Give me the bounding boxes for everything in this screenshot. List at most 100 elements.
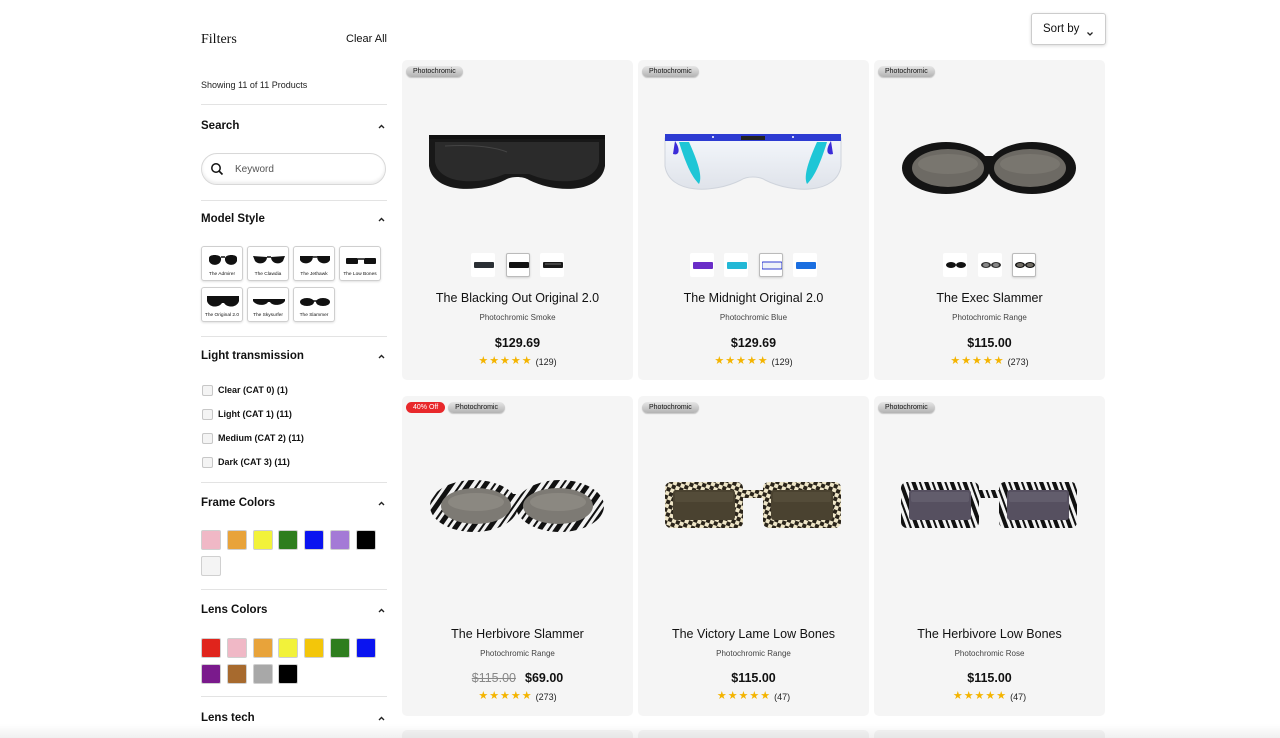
chevron-down-icon — [1086, 25, 1094, 36]
variant-swatch[interactable] — [539, 253, 564, 277]
divider — [201, 482, 387, 483]
light-transmission-section-title: Light transmission — [201, 350, 304, 362]
variant-swatch[interactable] — [471, 253, 496, 277]
sunglasses-icon — [209, 255, 237, 265]
lens-color-swatch[interactable] — [355, 638, 376, 658]
model-tile-original[interactable]: The Original 2.0 — [201, 287, 243, 322]
product-name[interactable]: The Exec Slammer — [874, 291, 1105, 305]
product-card[interactable]: Photochromic The Midnight Original 2.0 P… — [638, 60, 869, 380]
color-variants — [638, 253, 869, 277]
product-name[interactable]: The Herbivore Low Bones — [874, 627, 1105, 641]
price: $115.00 — [967, 336, 1012, 350]
rating-count: (129) — [771, 357, 793, 367]
product-card[interactable]: Photochromic The Victory Lame Low Bones … — [638, 396, 869, 716]
frame-color-swatch[interactable] — [201, 530, 221, 550]
price: $115.00 — [731, 671, 776, 685]
frame-color-swatch[interactable] — [201, 556, 221, 576]
checkbox-label: Dark (CAT 3) (11) — [218, 457, 290, 467]
frame-color-swatch[interactable] — [330, 530, 350, 550]
chevron-up-icon[interactable] — [378, 123, 385, 130]
lens-color-swatch[interactable] — [278, 664, 299, 684]
product-price: $129.69 — [402, 336, 633, 350]
product-image — [430, 480, 604, 532]
divider — [201, 104, 387, 105]
frame-color-swatch[interactable] — [304, 530, 325, 550]
model-tile-slammer[interactable]: The Slammer — [293, 287, 335, 322]
checkbox[interactable] — [202, 433, 213, 444]
product-lens: Photochromic Smoke — [479, 313, 556, 322]
product-card[interactable]: Photochromic The Exec Slammer Photochrom… — [874, 60, 1105, 380]
model-tile-admirer[interactable]: The Admirer — [201, 246, 243, 281]
model-name: The Low Bones — [343, 272, 377, 277]
variant-swatch[interactable] — [943, 253, 968, 277]
chevron-up-icon[interactable] — [378, 607, 385, 614]
chevron-up-icon[interactable] — [378, 216, 385, 223]
photochromic-badge: Photochromic — [406, 66, 463, 77]
model-tile-clawdia[interactable]: The Clawdia — [247, 246, 289, 281]
product-rating: ★★★★★ (129) — [638, 356, 869, 368]
variant-swatch[interactable] — [793, 253, 818, 277]
chevron-up-icon[interactable] — [378, 353, 385, 360]
lens-color-swatch[interactable] — [226, 664, 247, 684]
product-rating: ★★★★★ (129) — [402, 356, 633, 368]
lens-colors-section-title: Lens Colors — [201, 604, 268, 616]
lens-color-swatch[interactable] — [226, 638, 247, 658]
lens-color-swatch[interactable] — [252, 664, 273, 684]
divider — [201, 336, 387, 337]
search-input[interactable] — [235, 161, 375, 177]
lens-color-swatch[interactable] — [252, 638, 273, 658]
checkbox[interactable] — [202, 457, 213, 468]
frame-color-swatch[interactable] — [278, 530, 299, 550]
product-price: $115.00 — [874, 671, 1105, 685]
lens-color-swatch[interactable] — [330, 638, 350, 658]
checkbox[interactable] — [202, 409, 213, 420]
product-name[interactable]: The Herbivore Slammer — [402, 627, 633, 641]
chevron-up-icon[interactable] — [378, 500, 385, 507]
sort-by-button[interactable]: Sort by — [1031, 13, 1106, 45]
product-name[interactable]: The Blacking Out Original 2.0 — [402, 291, 633, 305]
model-name: The Jethawk — [300, 272, 328, 277]
variant-swatch-selected[interactable] — [505, 253, 530, 277]
model-tile-low-bones[interactable]: The Low Bones — [339, 246, 381, 281]
frame-color-swatch[interactable] — [252, 530, 273, 550]
chevron-up-icon[interactable] — [378, 715, 385, 722]
photochromic-badge: Photochromic — [448, 402, 505, 413]
variant-swatch[interactable] — [977, 253, 1002, 277]
product-card[interactable]: Photochromic The Herbivore Low Bones Pho… — [874, 396, 1105, 716]
search-box — [201, 153, 386, 185]
model-name: The Skysurfer — [253, 313, 283, 318]
lens-color-swatch[interactable] — [201, 664, 221, 684]
checkbox[interactable] — [202, 385, 213, 396]
variant-swatch-selected[interactable] — [758, 253, 783, 277]
photochromic-badge: Photochromic — [878, 66, 935, 77]
product-name[interactable]: The Victory Lame Low Bones — [638, 627, 869, 641]
variant-swatch-selected[interactable] — [1011, 253, 1036, 277]
sale-badge: 40% Off — [406, 402, 446, 413]
variant-swatch[interactable] — [689, 253, 714, 277]
product-price: $115.00 $69.00 — [402, 671, 633, 685]
sunglasses-icon — [300, 256, 330, 264]
product-card[interactable]: 40% Off Photochromic The Herbivore Slamme… — [402, 396, 633, 716]
product-image — [664, 134, 842, 190]
variant-swatch[interactable] — [724, 253, 749, 277]
price: $129.69 — [730, 336, 777, 350]
lens-color-swatch[interactable] — [201, 638, 221, 658]
filters-title: Filters — [201, 32, 237, 47]
model-name: The Clawdia — [254, 272, 282, 277]
lens-color-swatch[interactable] — [304, 638, 325, 658]
clear-all-button[interactable]: Clear All — [346, 33, 387, 45]
lens-tech-section-title: Lens tech — [201, 712, 255, 724]
model-tile-jethawk[interactable]: The Jethawk — [293, 246, 335, 281]
sort-label: Sort by — [1043, 23, 1080, 35]
lens-color-swatch[interactable] — [278, 638, 299, 658]
frame-colors-section-title: Frame Colors — [201, 497, 276, 509]
model-tile-skysurfer[interactable]: The Skysurfer — [247, 287, 289, 322]
badge-group: Photochromic — [406, 66, 466, 77]
sunglasses-icon — [207, 296, 239, 307]
frame-color-swatch[interactable] — [355, 530, 376, 550]
product-name[interactable]: The Midnight Original 2.0 — [638, 291, 869, 305]
model-name: The Original 2.0 — [204, 313, 240, 318]
color-variants — [874, 253, 1105, 277]
frame-color-swatch[interactable] — [226, 530, 247, 550]
product-card[interactable]: Photochromic The Blacking Out Original 2… — [402, 60, 633, 380]
